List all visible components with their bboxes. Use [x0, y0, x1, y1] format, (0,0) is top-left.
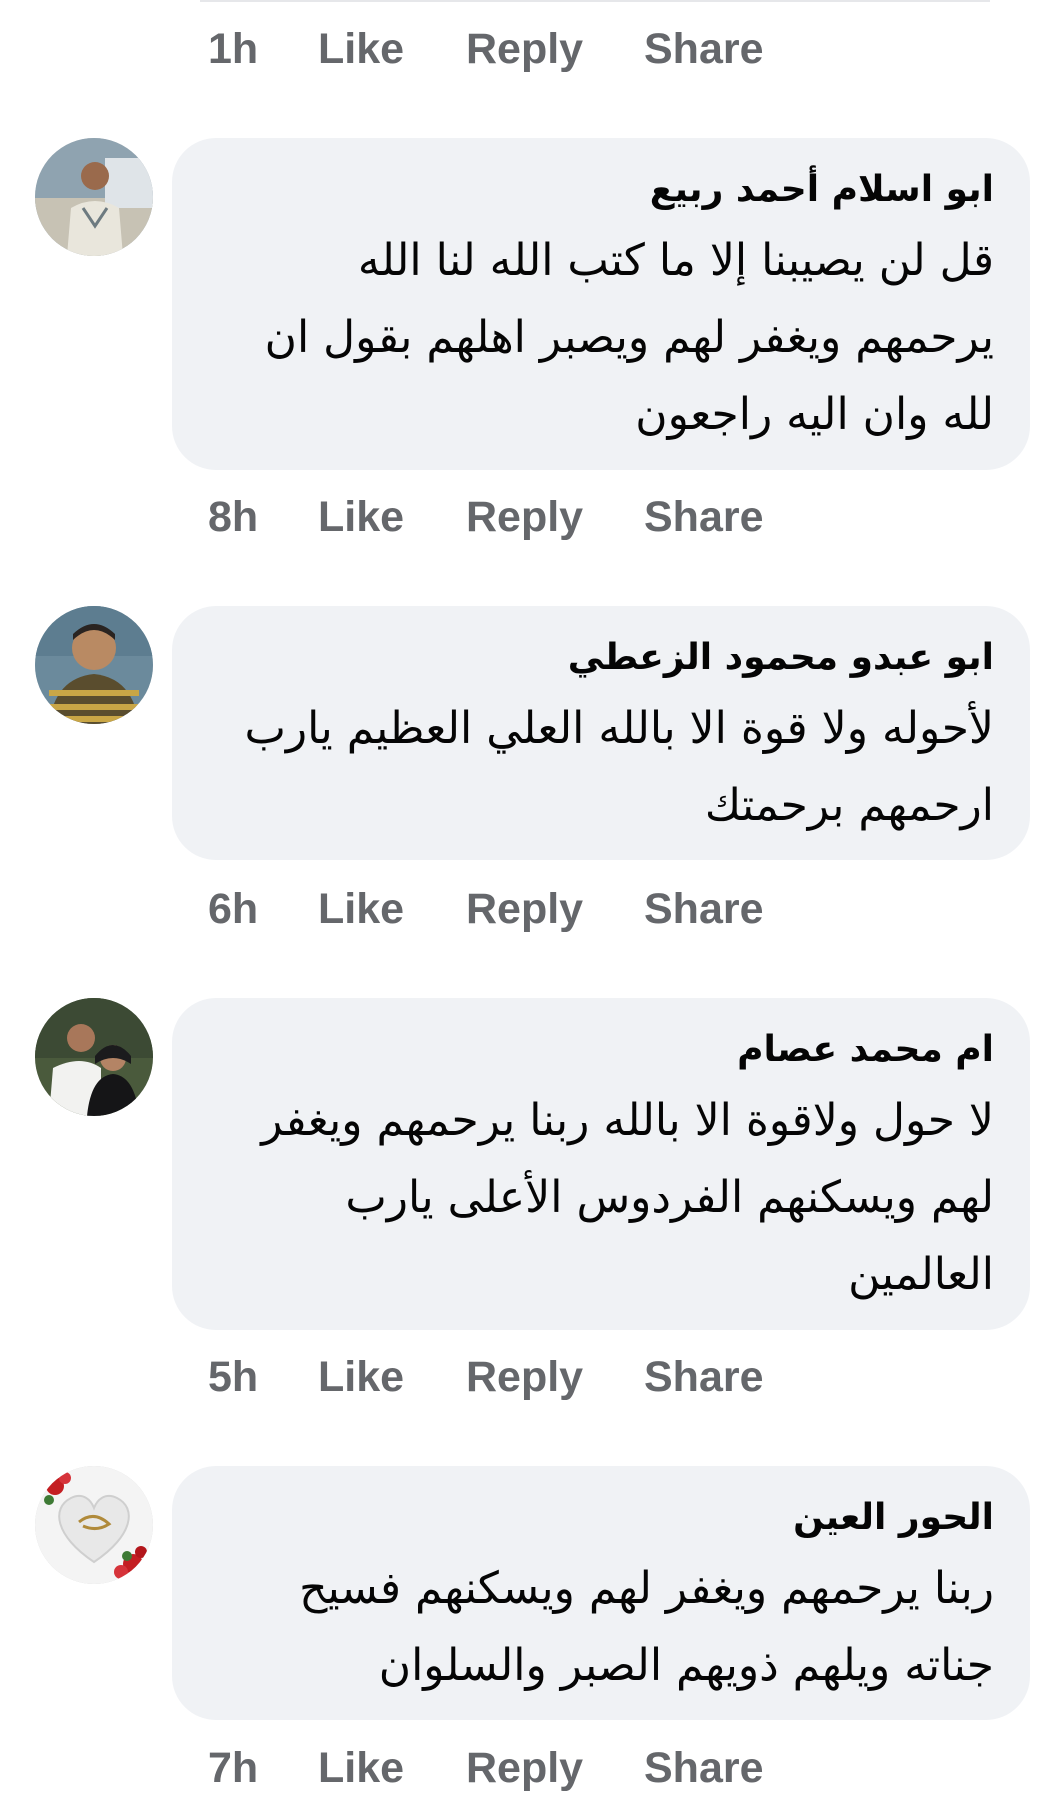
man-outdoor-avatar-icon: [35, 138, 153, 256]
comment-actions: 1h Like Reply Share: [208, 14, 764, 84]
like-button[interactable]: Like: [318, 1353, 466, 1402]
calligraphy-heart-roses-avatar-icon: [35, 1466, 153, 1584]
commenter-avatar[interactable]: [35, 138, 153, 256]
reply-button[interactable]: Reply: [466, 1353, 644, 1402]
share-button[interactable]: Share: [644, 25, 764, 74]
comment-text-line: يرحمهم ويغفر لهم ويصبر اهلهم بقول ان: [264, 312, 994, 363]
comment-text-line: ربنا يرحمهم ويغفر لهم ويسكنهم فسيح: [299, 1563, 994, 1614]
comment-text-line: قل لن يصيبنا إلا ما كتب الله لنا الله: [357, 235, 994, 286]
comment-bubble: ام محمد عصام لا حول ولاقوة الا بالله ربن…: [172, 998, 1030, 1330]
comment-actions: 6h Like Reply Share: [208, 874, 764, 944]
comment-author[interactable]: ابو اسلام أحمد ربيع: [208, 164, 994, 216]
share-button[interactable]: Share: [644, 1744, 764, 1793]
like-button[interactable]: Like: [318, 885, 466, 934]
man-striped-shirt-avatar-icon: [35, 606, 153, 724]
comment-text-line: لهم ويسكنهم الفردوس الأعلى يارب: [345, 1172, 994, 1223]
comment-text-line: جناته ويلهم ذويهم الصبر والسلوان: [378, 1640, 994, 1691]
comment-text-line: لا حول ولاقوة الا بالله ربنا يرحمهم ويغف…: [261, 1095, 994, 1146]
reply-button[interactable]: Reply: [466, 885, 644, 934]
comment-timestamp[interactable]: 8h: [208, 493, 318, 542]
commenter-avatar[interactable]: [35, 1466, 153, 1584]
comment-text-line: العالمين: [848, 1249, 994, 1300]
comment-bubble: الحور العين ربنا يرحمهم ويغفر لهم ويسكنه…: [172, 1466, 1030, 1720]
comment-actions: 5h Like Reply Share: [208, 1342, 764, 1412]
comment-actions: 8h Like Reply Share: [208, 482, 764, 552]
like-button[interactable]: Like: [318, 1744, 466, 1793]
comment-text-line: لأحوله ولا قوة الا بالله العلي العظيم يا…: [244, 703, 994, 754]
share-button[interactable]: Share: [644, 1353, 764, 1402]
commenter-avatar[interactable]: [35, 606, 153, 724]
comment-author[interactable]: ام محمد عصام: [208, 1024, 994, 1076]
like-button[interactable]: Like: [318, 493, 466, 542]
comment-actions: 7h Like Reply Share: [208, 1733, 764, 1803]
comment-timestamp[interactable]: 6h: [208, 885, 318, 934]
comment-timestamp[interactable]: 1h: [208, 25, 318, 74]
reply-button[interactable]: Reply: [466, 493, 644, 542]
reply-button[interactable]: Reply: [466, 25, 644, 74]
comment-timestamp[interactable]: 7h: [208, 1744, 318, 1793]
comment-bubble: ابو عبدو محمود الزعطي لأحوله ولا قوة الا…: [172, 606, 1030, 860]
previous-comment-divider: [200, 0, 990, 2]
couple-photo-avatar-icon: [35, 998, 153, 1116]
comment-text-line: ارحمهم برحمتك: [704, 780, 994, 831]
comment-author[interactable]: ابو عبدو محمود الزعطي: [208, 632, 994, 684]
comment-timestamp[interactable]: 5h: [208, 1353, 318, 1402]
share-button[interactable]: Share: [644, 493, 764, 542]
comment-bubble: ابو اسلام أحمد ربيع قل لن يصيبنا إلا ما …: [172, 138, 1030, 470]
comment-author[interactable]: الحور العين: [208, 1492, 994, 1544]
like-button[interactable]: Like: [318, 25, 466, 74]
commenter-avatar[interactable]: [35, 998, 153, 1116]
share-button[interactable]: Share: [644, 885, 764, 934]
reply-button[interactable]: Reply: [466, 1744, 644, 1793]
comment-text-line: لله وان اليه راجعون: [635, 389, 994, 440]
